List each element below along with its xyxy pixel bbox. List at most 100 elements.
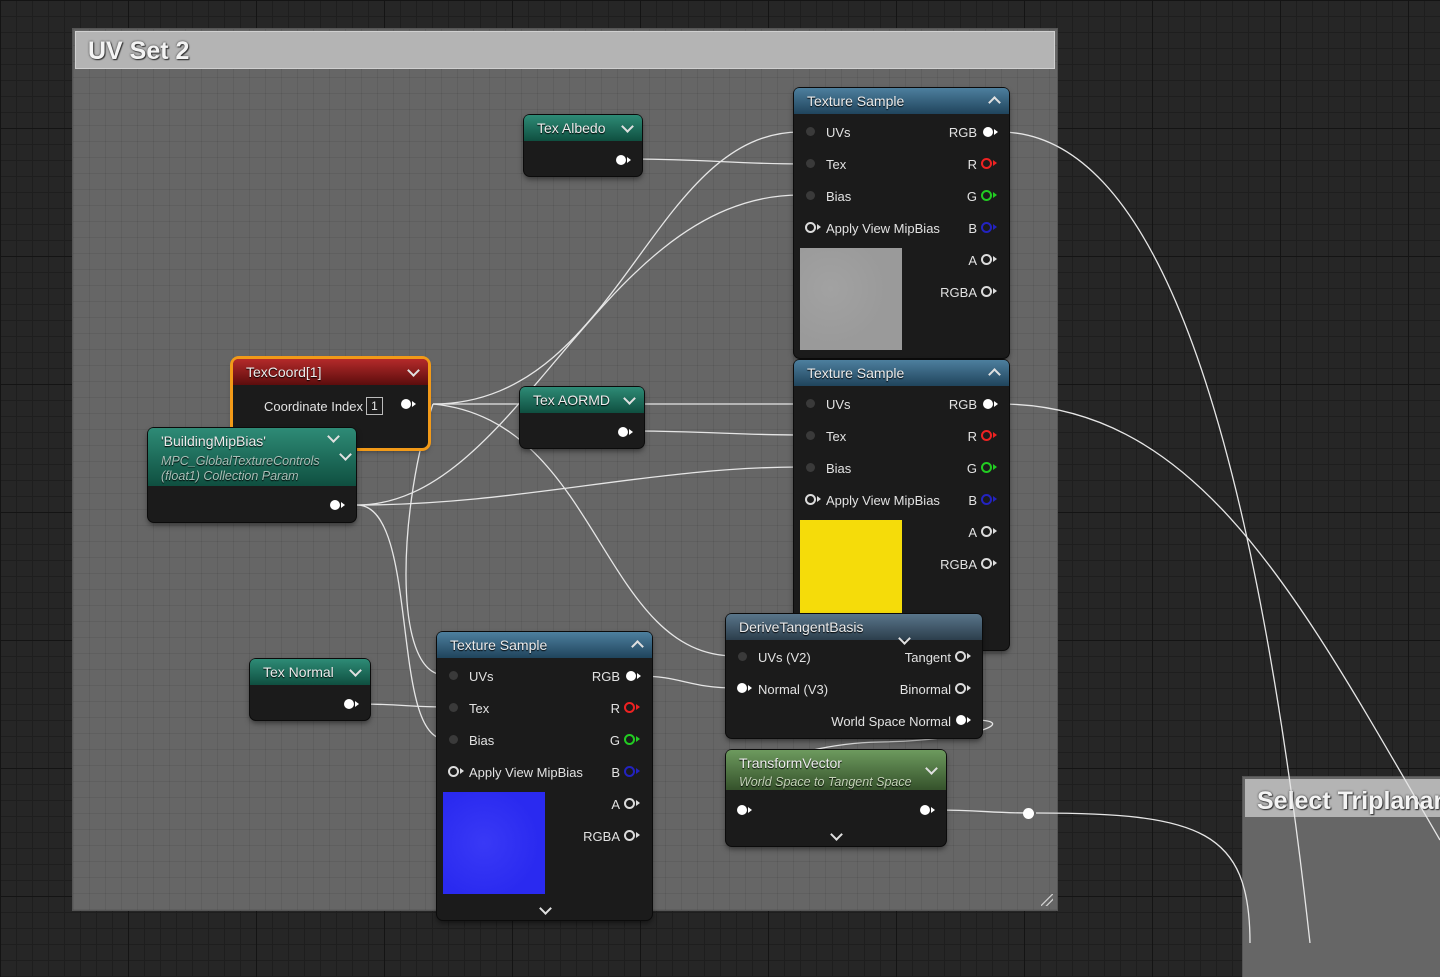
- chevron-down-icon[interactable]: [925, 762, 938, 775]
- input-pin-normal[interactable]: [737, 683, 752, 693]
- input-pin-tex[interactable]: [449, 703, 458, 712]
- node-title: 'BuildingMipBias': [161, 433, 266, 449]
- output-pin-r[interactable]: [981, 430, 997, 441]
- chevron-down-icon[interactable]: [539, 902, 552, 915]
- input-pin-uvs[interactable]: [738, 652, 747, 661]
- param-label: Coordinate Index: [264, 399, 364, 414]
- output-pin-rgb[interactable]: [626, 671, 641, 681]
- reroute-node[interactable]: [1023, 808, 1034, 819]
- output-pin-rgba[interactable]: [624, 830, 640, 841]
- output-pin-g[interactable]: [981, 462, 997, 473]
- tex-albedo-node[interactable]: Tex Albedo: [524, 115, 642, 176]
- pin-label: RGB: [948, 125, 977, 140]
- input-pin-bias[interactable]: [806, 463, 815, 472]
- chevron-down-icon[interactable]: [407, 364, 420, 377]
- pin-label: UVs: [826, 397, 851, 412]
- output-pin[interactable]: [618, 427, 633, 437]
- node-header[interactable]: TexCoord[1]: [233, 359, 428, 385]
- comment-header[interactable]: Select Triplanar: [1245, 779, 1440, 817]
- output-pin-a[interactable]: [981, 254, 997, 265]
- output-pin[interactable]: [616, 155, 631, 165]
- input-pin-bias[interactable]: [449, 735, 458, 744]
- tex-aormd-node[interactable]: Tex AORMD: [520, 387, 644, 448]
- pin-label: A: [611, 797, 620, 812]
- output-pin-b[interactable]: [981, 222, 997, 233]
- input-pin[interactable]: [737, 805, 752, 815]
- node-header[interactable]: Tex Normal: [250, 659, 370, 685]
- texture-sample-albedo-node[interactable]: Texture Sample UVs Tex Bias Apply View M…: [794, 88, 1009, 358]
- chevron-up-icon[interactable]: [988, 96, 1001, 109]
- node-header[interactable]: Texture Sample: [437, 632, 652, 658]
- chevron-up-icon[interactable]: [631, 640, 644, 653]
- pin-label: G: [966, 461, 977, 476]
- tex-normal-node[interactable]: Tex Normal: [250, 659, 370, 720]
- input-pin-uvs[interactable]: [449, 671, 458, 680]
- derive-tangent-basis-node[interactable]: DeriveTangentBasis UVs (V2) Normal (V3) …: [726, 614, 982, 738]
- output-pin-tangent[interactable]: [955, 651, 971, 662]
- comment-box-select-triplanar[interactable]: Select Triplanar: [1243, 777, 1440, 977]
- node-title: TransformVector: [739, 755, 842, 771]
- output-pin-a[interactable]: [981, 526, 997, 537]
- pin-label: B: [968, 221, 977, 236]
- input-pin-apply-view-mipbias[interactable]: [448, 766, 464, 777]
- input-pin-uvs[interactable]: [806, 399, 815, 408]
- output-pin-binormal[interactable]: [955, 683, 971, 694]
- node-header[interactable]: Tex AORMD: [520, 387, 644, 413]
- node-header[interactable]: Tex Albedo: [524, 115, 642, 141]
- output-pin-b[interactable]: [981, 494, 997, 505]
- chevron-down-icon[interactable]: [327, 430, 340, 443]
- output-pin-a[interactable]: [624, 798, 640, 809]
- input-pin-bias[interactable]: [806, 191, 815, 200]
- pin-label: R: [610, 701, 620, 716]
- node-header[interactable]: Texture Sample: [794, 88, 1009, 114]
- pin-label: Tex: [826, 157, 847, 172]
- pin-label: B: [611, 765, 620, 780]
- texture-sample-normal-node[interactable]: Texture Sample UVs Tex Bias Apply View M…: [437, 632, 652, 920]
- node-title: Texture Sample: [807, 93, 905, 109]
- node-header[interactable]: TransformVector World Space to Tangent S…: [726, 750, 946, 790]
- output-pin-r[interactable]: [981, 158, 997, 169]
- input-pin-uvs[interactable]: [806, 127, 815, 136]
- transform-vector-node[interactable]: TransformVector World Space to Tangent S…: [726, 750, 946, 846]
- chevron-down-icon[interactable]: [349, 664, 362, 677]
- input-pin-tex[interactable]: [806, 159, 815, 168]
- output-pin-g[interactable]: [624, 734, 640, 745]
- output-pin[interactable]: [920, 805, 935, 815]
- pin-label: RGBA: [940, 557, 977, 572]
- building-mip-bias-node[interactable]: 'BuildingMipBias' MPC_GlobalTextureContr…: [148, 428, 356, 522]
- chevron-down-icon[interactable]: [339, 448, 352, 461]
- input-pin-apply-view-mipbias[interactable]: [805, 222, 821, 233]
- pin-label: A: [968, 253, 977, 268]
- texture-sample-aormd-node[interactable]: Texture Sample UVs Tex Bias Apply View M…: [794, 360, 1009, 650]
- node-header[interactable]: Texture Sample: [794, 360, 1009, 386]
- node-title: Tex Normal: [263, 664, 334, 680]
- node-title: Tex AORMD: [533, 392, 611, 408]
- pin-label: R: [967, 157, 977, 172]
- coordinate-index-field[interactable]: 1: [366, 397, 383, 415]
- chevron-down-icon[interactable]: [623, 392, 636, 405]
- node-header[interactable]: DeriveTangentBasis: [726, 614, 982, 640]
- pin-label: G: [966, 189, 977, 204]
- node-header[interactable]: 'BuildingMipBias' MPC_GlobalTextureContr…: [148, 428, 356, 486]
- pin-label: Apply View MipBias: [826, 493, 940, 508]
- output-pin-rgba[interactable]: [981, 286, 997, 297]
- output-pin-rgb[interactable]: [983, 127, 998, 137]
- chevron-down-icon[interactable]: [830, 828, 843, 841]
- chevron-up-icon[interactable]: [988, 368, 1001, 381]
- output-pin[interactable]: [330, 500, 345, 510]
- resize-handle-icon[interactable]: [1041, 894, 1053, 906]
- output-pin[interactable]: [401, 399, 416, 409]
- output-pin-b[interactable]: [624, 766, 640, 777]
- input-pin-tex[interactable]: [806, 431, 815, 440]
- chevron-down-icon[interactable]: [621, 120, 634, 133]
- input-pin-apply-view-mipbias[interactable]: [805, 494, 821, 505]
- output-pin-world-space-normal[interactable]: [956, 715, 971, 725]
- output-pin-r[interactable]: [624, 702, 640, 713]
- pin-label: UVs: [469, 669, 494, 684]
- output-pin[interactable]: [344, 699, 359, 709]
- comment-header[interactable]: UV Set 2: [75, 31, 1055, 69]
- output-pin-rgb[interactable]: [983, 399, 998, 409]
- node-title: TexCoord[1]: [246, 364, 322, 380]
- output-pin-rgba[interactable]: [981, 558, 997, 569]
- output-pin-g[interactable]: [981, 190, 997, 201]
